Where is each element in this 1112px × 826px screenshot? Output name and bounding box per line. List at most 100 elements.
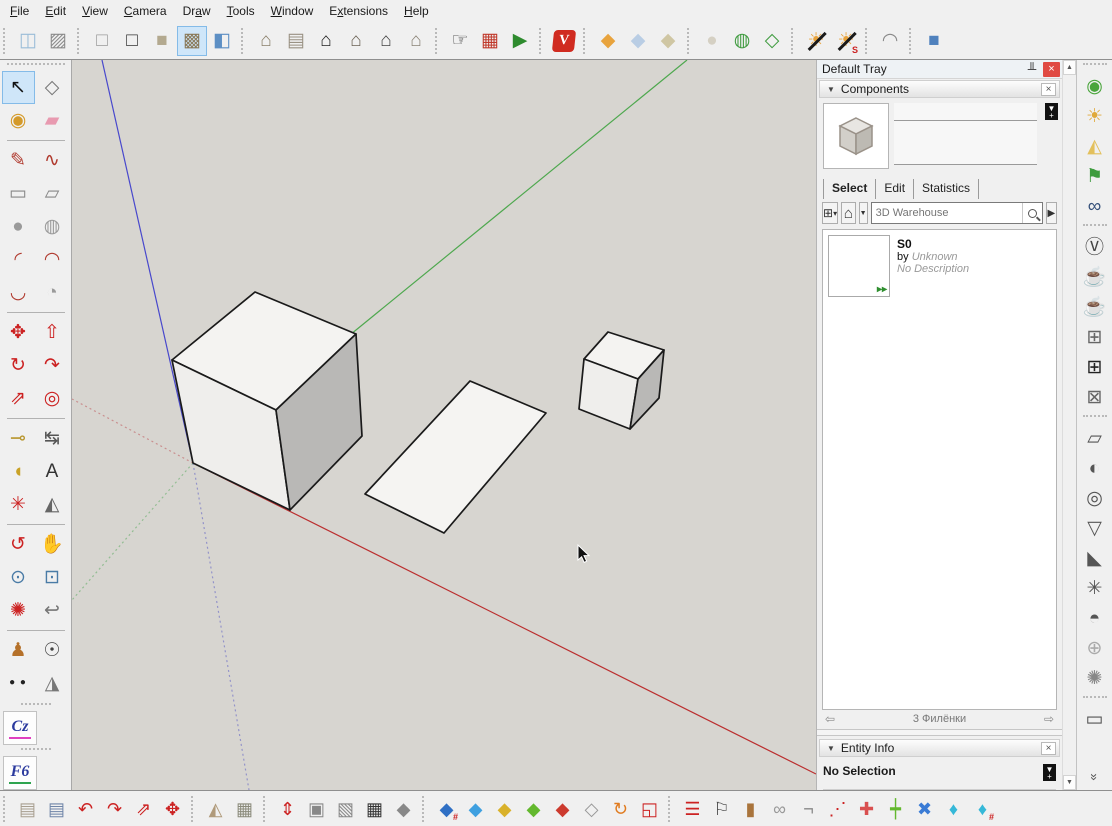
blue-tile-button[interactable]: ◆ [461, 794, 490, 823]
slashed-star-s-button[interactable]: ☀S [831, 26, 861, 56]
tray-close-button[interactable]: × [1043, 62, 1060, 77]
select-tool-button[interactable]: ↖ [2, 71, 35, 104]
scale-tool-button[interactable]: ⇗ [2, 382, 35, 415]
menu-view[interactable]: View [74, 0, 116, 22]
batch-render-button[interactable]: ⊞ [1080, 352, 1110, 382]
blue-box-button[interactable]: ■ [919, 26, 949, 56]
blue-x-button[interactable]: ✖ [910, 794, 939, 823]
rotate-texture-ccw-button[interactable]: ↶ [71, 794, 100, 823]
list-item[interactable]: ▸▸ S0 by Unknown No Description [828, 235, 1051, 297]
paint-sheet-blue-button[interactable]: ▤ [42, 794, 71, 823]
toolbar-grip[interactable] [909, 28, 915, 54]
toolbar-grip[interactable] [865, 28, 871, 54]
follow-me-button[interactable]: ↷ [36, 349, 69, 382]
bent-pipe-button[interactable]: ¬ [794, 794, 823, 823]
smoove-button[interactable]: ⇕ [273, 794, 302, 823]
pan-tool-button[interactable]: ✋ [36, 528, 69, 561]
add-detail-button[interactable]: ▦ [360, 794, 389, 823]
orange-swirl-button[interactable]: ↻ [606, 794, 635, 823]
flag-tool-button[interactable]: ⚑ [1080, 161, 1110, 191]
mesh-light-button[interactable]: ◎ [1080, 483, 1110, 513]
vray-asset-editor-button[interactable]: Ⓥ [1080, 232, 1110, 262]
toolbar-grip[interactable] [3, 28, 9, 54]
bevel-corner-button[interactable]: ◆ [653, 26, 683, 56]
round-corner-button[interactable]: ◆ [593, 26, 623, 56]
white-flag-button[interactable]: ⚐ [707, 794, 736, 823]
wood-block-button[interactable]: ▮ [736, 794, 765, 823]
tab-statistics[interactable]: Statistics [914, 179, 979, 199]
menu-tools[interactable]: Tools [219, 0, 263, 22]
toolbar-grip[interactable] [21, 748, 51, 754]
tray-splitter[interactable] [817, 729, 1062, 736]
entity-info-close-button[interactable]: × [1041, 742, 1056, 755]
toolbar-grip[interactable] [241, 28, 247, 54]
warehouse-search-input[interactable] [872, 203, 1022, 223]
scroll-up-button[interactable]: ▲ [1063, 60, 1076, 75]
view-options-button[interactable]: ⊞▾ [822, 202, 838, 224]
view-right-button[interactable]: ⌂ [341, 26, 371, 56]
toolbar-grip[interactable] [583, 28, 589, 54]
lasso-area-button[interactable]: ◍ [727, 26, 757, 56]
freehand-tool-button[interactable]: ∿ [36, 144, 69, 177]
entity-info-header[interactable]: ▼ Entity Info × [819, 739, 1060, 757]
red-tile-button[interactable]: ◆ [548, 794, 577, 823]
infinite-plane-button[interactable]: ▭ [1080, 704, 1110, 734]
toolbar-grip[interactable] [77, 28, 83, 54]
dimension-tool-button[interactable]: ↹ [36, 422, 69, 455]
stamp-button[interactable]: ▣ [302, 794, 331, 823]
curve-smooth-button[interactable]: ◠ [875, 26, 905, 56]
move-tool-button[interactable]: ✥ [2, 316, 35, 349]
dome-light-button[interactable]: ◓ [1080, 603, 1110, 633]
section-plane-button[interactable]: ◭ [36, 488, 69, 521]
green-tile-button[interactable]: ◆ [519, 794, 548, 823]
style-shaded-button[interactable]: ■ [147, 26, 177, 56]
spread-texture-button[interactable]: ✥ [158, 794, 187, 823]
two-point-arc-button[interactable]: ◠ [36, 243, 69, 276]
sphere-light-button[interactable]: ◐ [1080, 453, 1110, 483]
nav-forward-icon[interactable]: ⇨ [1044, 712, 1054, 726]
toolbar-grip[interactable] [1083, 696, 1107, 702]
sketchy-edges-button[interactable]: ◭ [1080, 131, 1110, 161]
toolbar-grip[interactable] [7, 63, 65, 69]
view-front-button[interactable]: ⌂ [311, 26, 341, 56]
sphere-rays-button[interactable]: ✺ [1080, 663, 1110, 693]
rotated-rectangle-button[interactable]: ▱ [36, 177, 69, 210]
menu-extensions[interactable]: Extensions [321, 0, 396, 22]
zoom-previous-button[interactable]: ↩ [36, 594, 69, 627]
tab-edit[interactable]: Edit [876, 179, 914, 199]
spot-light-button[interactable]: ▽ [1080, 513, 1110, 543]
toolbar-grip[interactable] [21, 703, 51, 709]
water-drop-hash-button[interactable]: ♦# [968, 794, 997, 823]
view-iso-button[interactable]: ⌂ [251, 26, 281, 56]
red-corner-square-button[interactable]: ◱ [635, 794, 664, 823]
eraser-tool-button[interactable]: ▰ [36, 104, 69, 137]
sun-globe-button[interactable]: ⊕ [1080, 633, 1110, 663]
push-pull-button[interactable]: ⇧ [36, 316, 69, 349]
paint-sheet-button[interactable]: ▤ [13, 794, 42, 823]
from-scratch-button[interactable]: ▦ [230, 794, 259, 823]
slashed-star-button[interactable]: ☀ [801, 26, 831, 56]
style-wireframe-button[interactable]: □ [87, 26, 117, 56]
scroll-track[interactable] [1063, 75, 1076, 775]
blue-hash-tile-button[interactable]: ◆# [432, 794, 461, 823]
view-back-button[interactable]: ⌂ [371, 26, 401, 56]
yellow-tile-button[interactable]: ◆ [490, 794, 519, 823]
collapse-toolbar-button[interactable]: » [1086, 764, 1104, 790]
menu-draw[interactable]: Draw [175, 0, 219, 22]
position-texture-button[interactable]: ⇗ [129, 794, 158, 823]
toolbar-grip[interactable] [539, 28, 545, 54]
rect-light-button[interactable]: ▱ [1080, 423, 1110, 453]
style-xray-button[interactable]: ◫ [13, 26, 43, 56]
menu-edit[interactable]: Edit [37, 0, 74, 22]
style-back-edges-button[interactable]: ▨ [43, 26, 73, 56]
style-monochrome-button[interactable]: ◧ [207, 26, 237, 56]
white-tile-button[interactable]: ◇ [577, 794, 606, 823]
frame-buffer-button[interactable]: ⊞ [1080, 322, 1110, 352]
polyline-dots-button[interactable]: ⋰ [823, 794, 852, 823]
menu-window[interactable]: Window [263, 0, 322, 22]
view-left-button[interactable]: ⌂ [401, 26, 431, 56]
red-cross-button[interactable]: ✚ [852, 794, 881, 823]
entity-details-button[interactable]: ▼ + [1043, 764, 1056, 781]
components-header[interactable]: ▼ Components × [819, 80, 1060, 98]
tape-measure-button[interactable]: ⊸ [2, 422, 35, 455]
